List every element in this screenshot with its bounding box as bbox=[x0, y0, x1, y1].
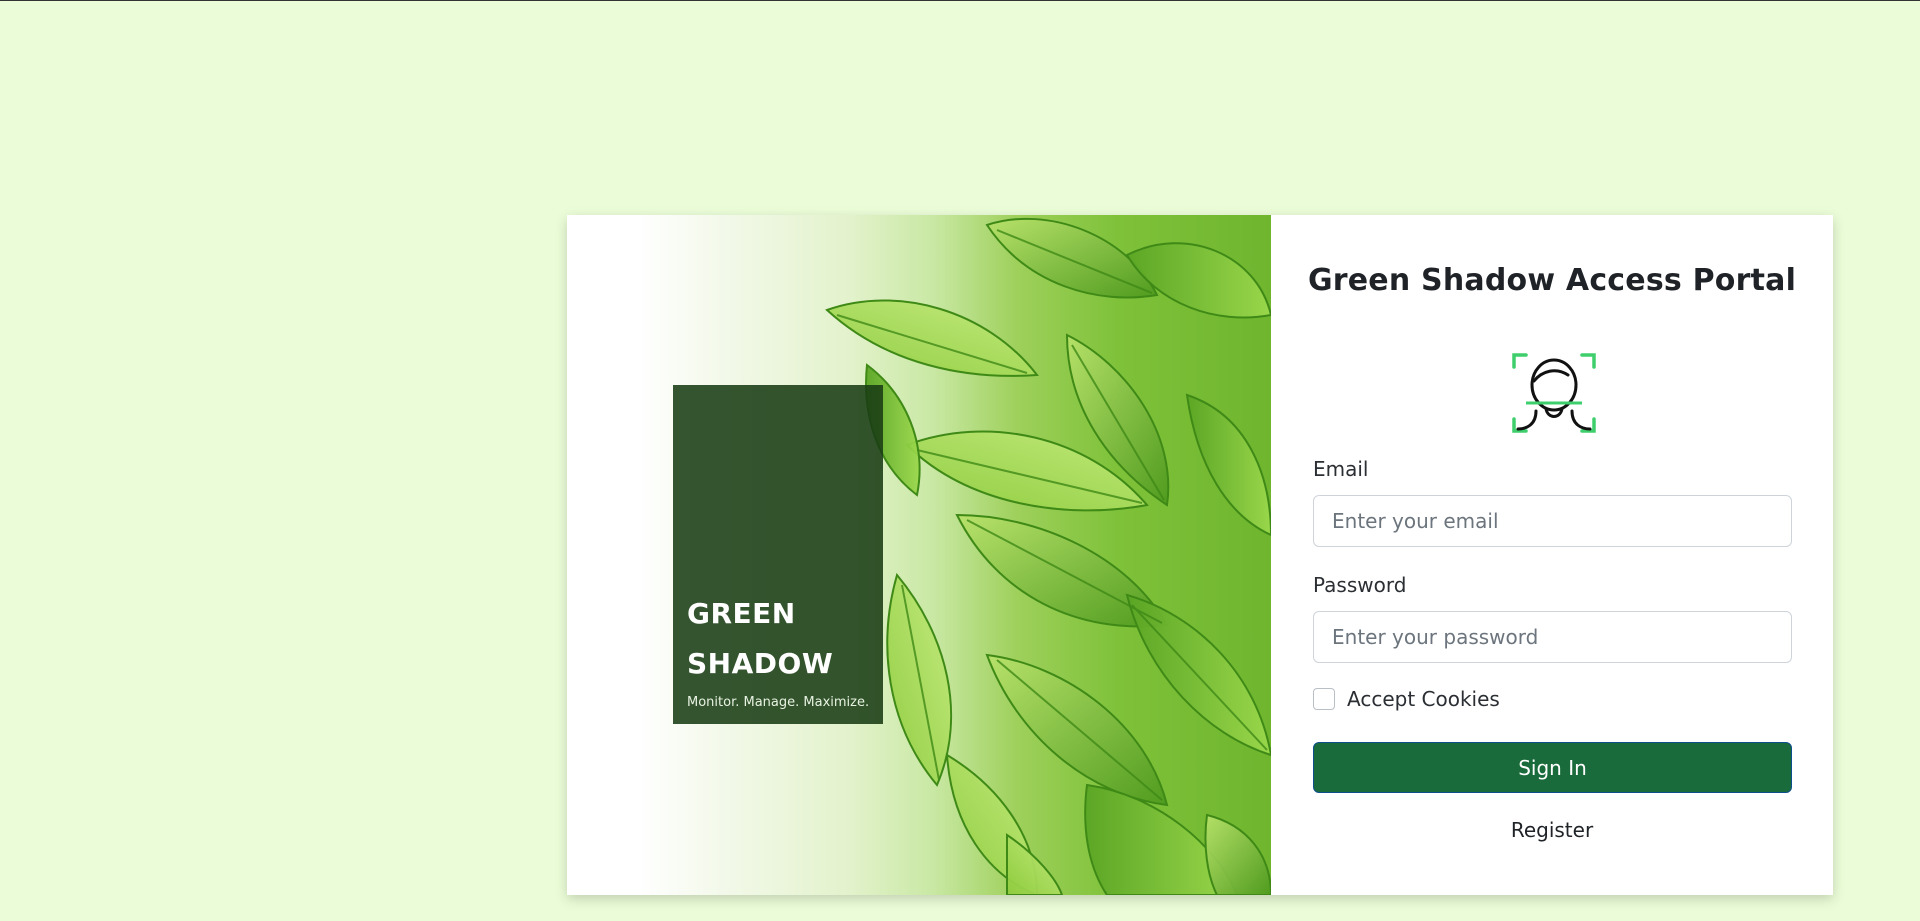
accept-cookies-checkbox[interactable] bbox=[1313, 688, 1335, 710]
brand-tagline: Monitor. Manage. Maximize. bbox=[687, 695, 870, 710]
login-form: Green Shadow Access Portal Email Passwor… bbox=[1271, 215, 1833, 895]
accept-cookies-label[interactable]: Accept Cookies bbox=[1347, 687, 1500, 711]
email-field[interactable] bbox=[1313, 495, 1792, 547]
accept-cookies-row: Accept Cookies bbox=[1313, 687, 1500, 711]
password-label: Password bbox=[1313, 573, 1407, 597]
hero-panel: GREEN SHADOW Monitor. Manage. Maximize. bbox=[567, 215, 1271, 895]
face-scan-icon bbox=[1512, 353, 1596, 433]
brand-box: GREEN SHADOW Monitor. Manage. Maximize. bbox=[673, 385, 883, 724]
brand-name: GREEN SHADOW bbox=[687, 597, 834, 680]
sign-in-button[interactable]: Sign In bbox=[1313, 742, 1792, 793]
email-label: Email bbox=[1313, 457, 1369, 481]
password-field[interactable] bbox=[1313, 611, 1792, 663]
top-border bbox=[0, 0, 1920, 1]
login-card: GREEN SHADOW Monitor. Manage. Maximize. … bbox=[567, 215, 1833, 895]
register-link[interactable]: Register bbox=[1271, 818, 1833, 842]
page-title: Green Shadow Access Portal bbox=[1307, 263, 1797, 298]
